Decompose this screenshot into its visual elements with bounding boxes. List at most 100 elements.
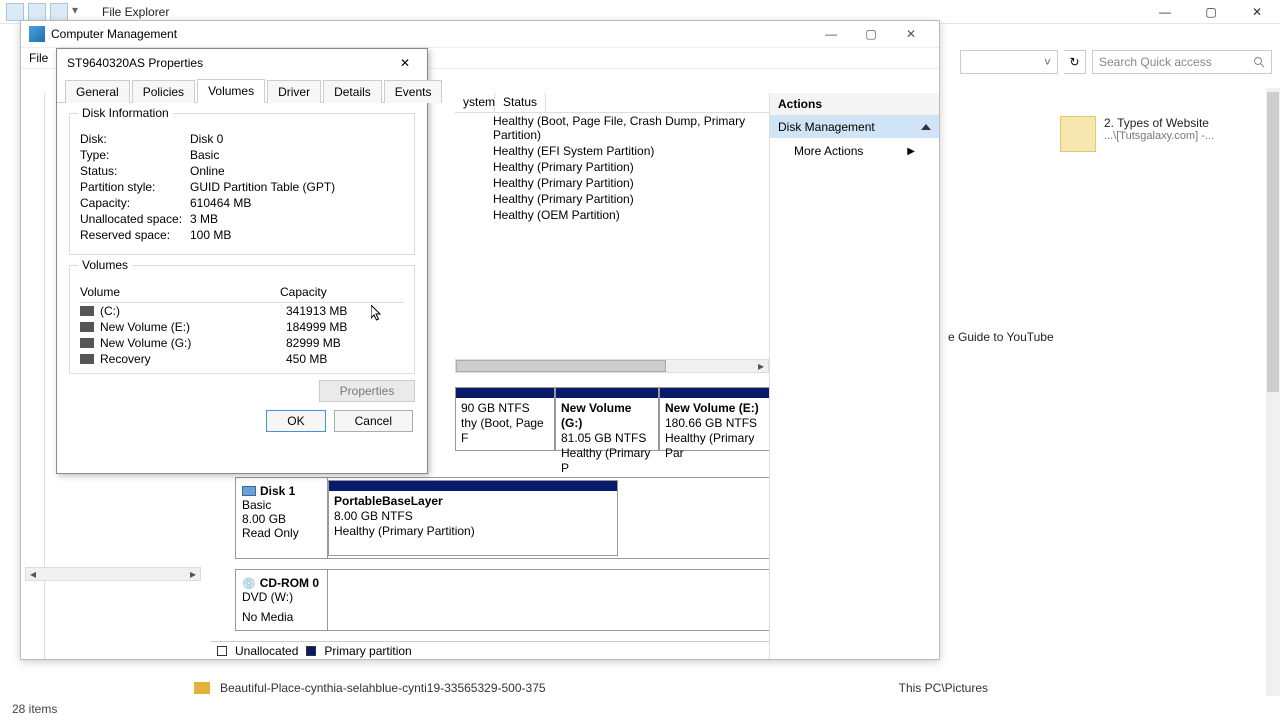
tab-policies[interactable]: Policies	[132, 80, 195, 103]
partition-fs: 81.05 GB NTFS	[561, 431, 653, 446]
legend-swatch-primary	[306, 646, 316, 656]
more-actions[interactable]: More Actions ▶	[770, 138, 939, 164]
props-titlebar[interactable]: ST9640320AS Properties ✕	[57, 49, 427, 77]
search-box[interactable]: Search Quick access	[1092, 50, 1272, 74]
col-volume[interactable]: Volume	[80, 285, 280, 299]
cancel-button[interactable]: Cancel	[334, 410, 413, 432]
volume-status-row[interactable]: Healthy (Primary Partition)	[493, 191, 769, 207]
tab-driver[interactable]: Driver	[267, 80, 321, 103]
cdrom-label: CD-ROM 0	[260, 576, 319, 590]
volume-status-list: Healthy (Boot, Page File, Crash Dump, Pr…	[493, 113, 769, 223]
qat-icon[interactable]	[50, 3, 68, 21]
explorer-folder-item[interactable]: 2. Types of Website ...\[Tutsgalaxy.com]…	[1060, 116, 1214, 152]
cm-minimize-button[interactable]: —	[811, 23, 851, 45]
partition-portablebaselayer[interactable]: PortableBaseLayer 8.00 GB NTFS Healthy (…	[328, 480, 618, 556]
cm-maximize-button[interactable]: ▢	[851, 23, 891, 45]
scrollbar-arrow-right-icon[interactable]: ▸	[754, 359, 768, 373]
qat-icon[interactable]	[6, 3, 24, 21]
volume-capacity: 341913 MB	[286, 304, 347, 318]
scrollbar-thumb[interactable]	[1267, 92, 1279, 392]
info-value: Disk 0	[190, 132, 223, 146]
explorer-address-bar: ˅ ↻ Search Quick access	[960, 48, 1272, 76]
actions-panel: Actions Disk Management More Actions ▶	[769, 93, 939, 659]
volume-icon	[80, 338, 94, 348]
explorer-truncated-item[interactable]: e Guide to YouTube	[948, 330, 1054, 344]
image-file-icon	[194, 682, 210, 694]
partition-fs: 180.66 GB NTFS	[665, 416, 769, 431]
ok-button[interactable]: OK	[266, 410, 325, 432]
group-title: Volumes	[78, 258, 132, 272]
item-sublabel: ...\[Tutsgalaxy.com] -...	[1104, 130, 1214, 142]
info-key: Partition style:	[80, 180, 190, 194]
volume-status-row[interactable]: Healthy (EFI System Partition)	[493, 143, 769, 159]
volume-status-row[interactable]: Healthy (Primary Partition)	[493, 175, 769, 191]
volume-row[interactable]: Recovery450 MB	[80, 351, 404, 367]
refresh-button[interactable]: ↻	[1064, 50, 1086, 74]
scrollbar-thumb[interactable]	[456, 360, 666, 372]
partition-stripe	[456, 388, 554, 398]
volume-status-row[interactable]: Healthy (OEM Partition)	[493, 207, 769, 223]
explorer-status-bar: 28 items	[4, 698, 57, 720]
explorer-title: File Explorer	[90, 5, 169, 19]
submenu-arrow-icon: ▶	[907, 146, 915, 157]
volume-capacity: 184999 MB	[286, 320, 347, 334]
volume-row[interactable]: (C:)341913 MB	[80, 303, 404, 319]
partition-stripe	[329, 481, 617, 491]
col-status[interactable]: Status	[495, 93, 546, 112]
info-key: Type:	[80, 148, 190, 162]
col-system[interactable]: ystem	[455, 93, 495, 112]
volume-status-row[interactable]: Healthy (Boot, Page File, Crash Dump, Pr…	[493, 113, 769, 143]
volume-icon	[80, 306, 94, 316]
partition-e[interactable]: New Volume (E:) 180.66 GB NTFS Healthy (…	[659, 387, 769, 451]
partition-c[interactable]: 90 GB NTFS thy (Boot, Page F	[455, 387, 555, 451]
disk1-panel: Disk 1 Basic 8.00 GB Read Only PortableB…	[235, 477, 769, 559]
partition-fs: 8.00 GB NTFS	[334, 509, 612, 524]
col-capacity[interactable]: Capacity	[280, 285, 327, 299]
selected-item-strip: Beautiful-Place-cynthia-selahblue-cynti1…	[194, 678, 1268, 698]
volume-capacity: 450 MB	[286, 352, 327, 366]
tab-general[interactable]: General	[65, 80, 130, 103]
volume-list-header: ystem Status	[455, 93, 769, 113]
volume-name: New Volume (E:)	[100, 320, 286, 334]
volume-row[interactable]: New Volume (G:)82999 MB	[80, 335, 404, 351]
qat-dropdown-icon[interactable]: ▾	[72, 3, 90, 21]
search-icon	[1253, 56, 1265, 68]
cm-close-button[interactable]: ✕	[891, 23, 931, 45]
volumes-group: Volumes Volume Capacity (C:)341913 MB Ne…	[69, 265, 415, 374]
volume-status-row[interactable]: Healthy (Primary Partition)	[493, 159, 769, 175]
maximize-button[interactable]: ▢	[1188, 0, 1234, 24]
actions-selected[interactable]: Disk Management	[770, 116, 939, 138]
scrollbar-arrow-left-icon[interactable]: ◂	[30, 567, 36, 581]
volume-row[interactable]: New Volume (E:)184999 MB	[80, 319, 404, 335]
volume-capacity: 82999 MB	[286, 336, 341, 350]
selected-location: This PC\Pictures	[899, 681, 988, 695]
partition-name: New Volume (G:)	[561, 401, 653, 431]
list-hscrollbar[interactable]: ▸	[455, 359, 769, 373]
qat-icon[interactable]	[28, 3, 46, 21]
legend-primary: Primary partition	[324, 644, 411, 658]
address-field[interactable]: ˅	[960, 50, 1058, 74]
disk-information-group: Disk Information Disk:Disk 0 Type:Basic …	[69, 113, 415, 255]
tree-hscrollbar[interactable]: ◂ ▸	[25, 567, 201, 581]
actions-header: Actions	[770, 93, 939, 116]
explorer-vscrollbar[interactable]	[1266, 88, 1280, 696]
props-close-button[interactable]: ✕	[393, 53, 417, 73]
menu-file[interactable]: File	[29, 51, 48, 65]
partition-name: New Volume (E:)	[665, 401, 769, 416]
cdrom-drive: DVD (W:)	[242, 590, 321, 604]
tab-events[interactable]: Events	[384, 80, 443, 103]
partition-g[interactable]: New Volume (G:) 81.05 GB NTFS Healthy (P…	[555, 387, 659, 451]
tab-details[interactable]: Details	[323, 80, 382, 103]
cm-titlebar[interactable]: Computer Management — ▢ ✕	[21, 21, 939, 47]
info-key: Disk:	[80, 132, 190, 146]
disk-properties-dialog: ST9640320AS Properties ✕ General Policie…	[56, 48, 428, 474]
volume-icon	[80, 354, 94, 364]
volume-icon	[80, 322, 94, 332]
minimize-button[interactable]: —	[1142, 0, 1188, 24]
legend-unallocated: Unallocated	[235, 644, 298, 658]
tab-volumes[interactable]: Volumes	[197, 79, 265, 103]
info-key: Unallocated space:	[80, 212, 190, 226]
scrollbar-arrow-right-icon[interactable]: ▸	[190, 567, 196, 581]
item-name: 2. Types of Website	[1104, 116, 1214, 130]
close-button[interactable]: ✕	[1234, 0, 1280, 24]
